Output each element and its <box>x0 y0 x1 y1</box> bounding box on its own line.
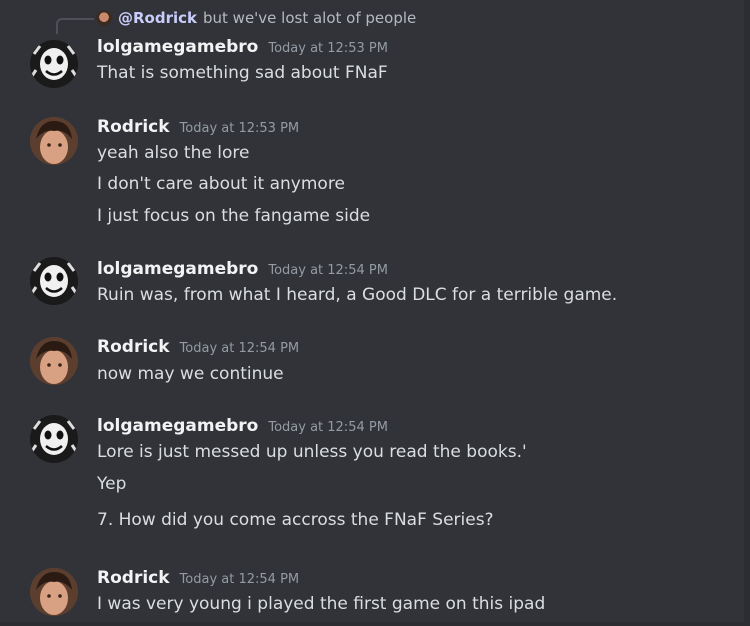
rodrick-photo-avatar[interactable] <box>30 117 78 165</box>
timestamp: Today at 12:53 PM <box>268 41 388 56</box>
timestamp: Today at 12:53 PM <box>179 121 300 136</box>
reply-connector-line <box>56 18 94 34</box>
reply-preview[interactable]: @Rodrick but we've lost alot of people <box>96 7 416 29</box>
puppet-mask-icon[interactable] <box>30 415 78 463</box>
message-text: now may we continue <box>97 364 284 384</box>
username[interactable]: Rodrick <box>97 568 170 588</box>
message-text: Ruin was, from what I heard, a Good DLC … <box>97 285 618 305</box>
message-text: yeah also the lore <box>97 143 250 163</box>
message-text: 7. How did you come accross the FNaF Ser… <box>97 510 494 530</box>
message-header: lolgamegamebro Today at 12:54 PM <box>97 259 388 279</box>
timestamp: Today at 12:54 PM <box>179 572 300 587</box>
message-text: Yep <box>97 474 127 494</box>
username[interactable]: lolgamegamebro <box>97 416 258 436</box>
message-text: I don't care about it anymore <box>97 174 345 194</box>
message-header: Rodrick Today at 12:53 PM <box>97 117 299 137</box>
timestamp: Today at 12:54 PM <box>268 420 388 435</box>
scrollbar-track[interactable] <box>744 0 750 626</box>
message-text: I was very young i played the first game… <box>97 594 546 614</box>
reply-text: but we've lost alot of people <box>203 9 417 27</box>
bottom-divider <box>0 622 750 626</box>
rodrick-photo-avatar[interactable] <box>30 337 78 385</box>
username[interactable]: Rodrick <box>97 337 170 357</box>
timestamp: Today at 12:54 PM <box>268 263 388 278</box>
username[interactable]: lolgamegamebro <box>97 37 258 57</box>
username[interactable]: lolgamegamebro <box>97 259 258 279</box>
timestamp: Today at 12:54 PM <box>179 341 300 356</box>
reply-avatar-icon <box>96 10 112 26</box>
message-header: Rodrick Today at 12:54 PM <box>97 337 299 357</box>
puppet-mask-icon[interactable] <box>30 257 78 305</box>
username[interactable]: Rodrick <box>97 117 170 137</box>
puppet-mask-icon[interactable] <box>30 40 78 88</box>
reply-mention[interactable]: @Rodrick <box>118 9 197 27</box>
rodrick-photo-avatar[interactable] <box>30 568 78 616</box>
message-text: I just focus on the fangame side <box>97 206 371 226</box>
message-header: lolgamegamebro Today at 12:54 PM <box>97 416 388 436</box>
message-header: lolgamegamebro Today at 12:53 PM <box>97 37 388 57</box>
message-text: Lore is just messed up unless you read t… <box>97 442 527 462</box>
message-header: Rodrick Today at 12:54 PM <box>97 568 299 588</box>
message-text: That is something sad about FNaF <box>97 63 388 83</box>
